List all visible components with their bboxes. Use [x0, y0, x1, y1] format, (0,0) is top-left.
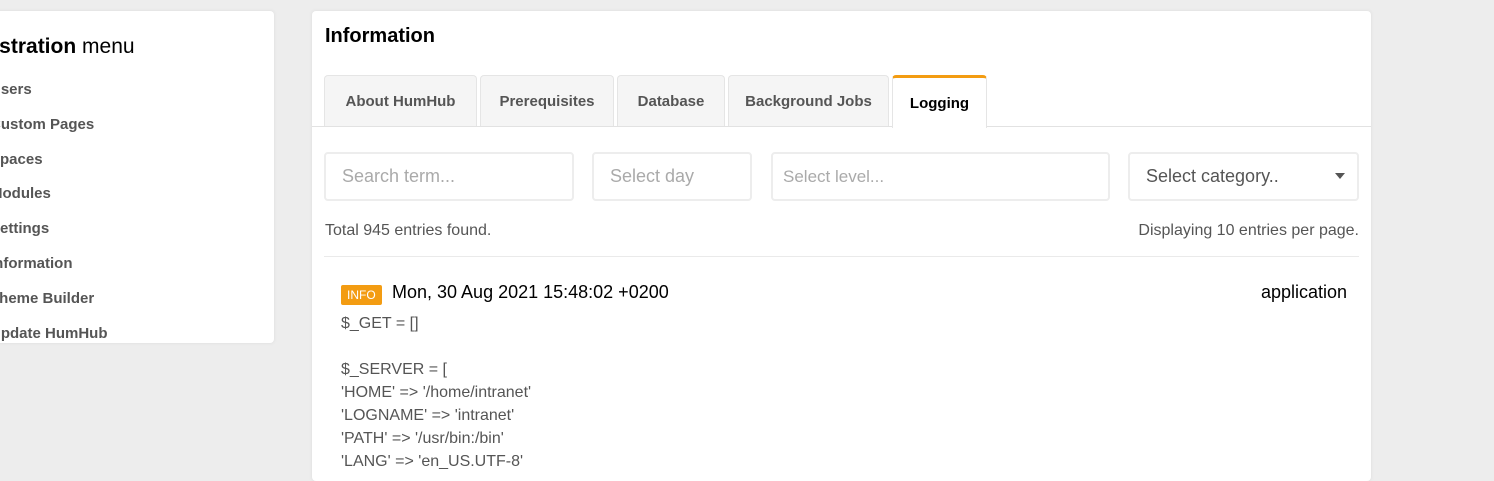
log-line: 'LOGNAME' => 'intranet' [341, 407, 515, 424]
select-day-input[interactable]: Select day [592, 152, 752, 201]
menu-item-custom-pages[interactable]: Custom Pages [0, 108, 274, 143]
tab-logging[interactable]: Logging [892, 75, 987, 128]
log-line: 'HOME' => '/home/intranet' [341, 384, 532, 401]
menu-item-modules[interactable]: Modules [0, 177, 274, 212]
log-line: $_GET = [] [341, 315, 419, 332]
select-category-dropdown[interactable]: Select category.. [1128, 152, 1359, 201]
tab-database[interactable]: Database [617, 75, 725, 127]
select-level-input[interactable]: Select level... [771, 152, 1110, 201]
select-category-value: Select category.. [1146, 166, 1279, 186]
log-line: 'LANG' => 'en_US.UTF-8' [341, 453, 524, 470]
log-line: 'PATH' => '/usr/bin:/bin' [341, 430, 504, 447]
menu-item-update-humhub[interactable]: Update HumHub [0, 317, 274, 343]
menu-item-users[interactable]: Users [0, 73, 274, 108]
tab-background-jobs[interactable]: Background Jobs [728, 75, 889, 127]
log-entry-message: $_GET = [] $_SERVER = [ 'HOME' => '/home… [341, 312, 531, 473]
admin-menu-panel: ministration menu Users Custom Pages Spa… [0, 11, 274, 343]
page-title: Information [325, 25, 435, 47]
log-level-badge: INFO [341, 285, 382, 305]
menu-item-theme-builder[interactable]: Theme Builder [0, 282, 274, 317]
divider [324, 256, 1359, 257]
tab-bar: About HumHub Prerequisites Database Back… [324, 75, 990, 128]
menu-item-settings[interactable]: Settings [0, 212, 274, 247]
log-line: $_SERVER = [ [341, 361, 447, 378]
tab-prerequisites[interactable]: Prerequisites [480, 75, 614, 127]
entries-per-page-text: Displaying 10 entries per page. [1138, 222, 1359, 239]
total-entries-text: Total 945 entries found. [325, 222, 492, 239]
admin-menu-title: ministration menu [0, 35, 135, 58]
menu-item-spaces[interactable]: Spaces [0, 143, 274, 178]
log-entry-date: Mon, 30 Aug 2021 15:48:02 +0200 [392, 282, 669, 302]
admin-menu: Users Custom Pages Spaces Modules Settin… [0, 73, 274, 343]
search-input[interactable]: Search term... [324, 152, 574, 201]
menu-item-information[interactable]: Information [0, 247, 274, 282]
log-entry-category: application [1260, 282, 1347, 302]
information-panel: Information About HumHub Prerequisites D… [312, 11, 1371, 481]
chevron-down-icon [1335, 173, 1345, 179]
tab-about-humhub[interactable]: About HumHub [324, 75, 477, 127]
tab-divider [312, 126, 1371, 127]
